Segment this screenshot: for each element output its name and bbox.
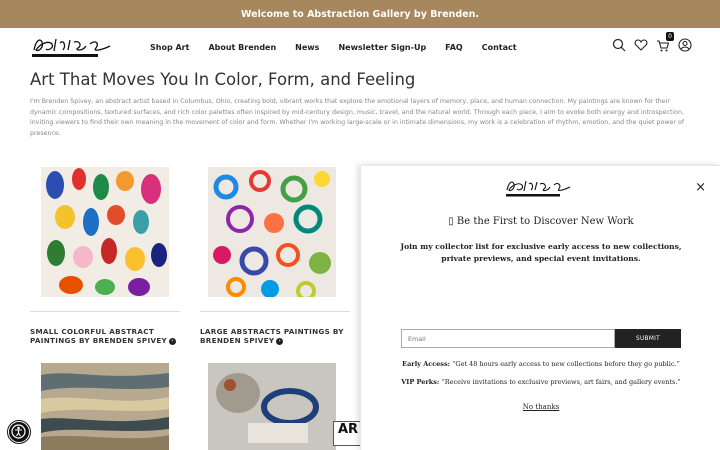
nav-news[interactable]: News [295, 43, 319, 52]
collection-title-line: LARGE ABSTRACTS PAINTINGS BY [200, 327, 344, 336]
site-header: Shop Art About Brenden News Newsletter S… [0, 28, 720, 66]
nav-contact[interactable]: Contact [482, 43, 517, 52]
popup-heading: ▯ Be the First to Discover New Work [448, 216, 634, 227]
header-icons: 0 [612, 32, 692, 52]
popup-subheading: Join my collector list for exclusive ear… [400, 242, 682, 263]
accessibility-button[interactable] [8, 421, 30, 443]
nav-faq[interactable]: FAQ [445, 43, 463, 52]
newsletter-popup: × ▯ Be the First to Discover New Work Jo… [360, 165, 720, 450]
perk-text: “Receive invitations to exclusive previe… [439, 378, 681, 386]
no-thanks-link[interactable]: No thanks [361, 403, 720, 411]
collection-title-line: BRENDEN SPIVEY [200, 336, 275, 345]
nav-shop-art[interactable]: Shop Art [150, 43, 189, 52]
ar-badge-text: AR [338, 422, 359, 437]
perk-label: VIP Perks: [401, 378, 440, 386]
ar-badge[interactable]: AR [333, 421, 363, 446]
cart-count-badge: 0 [666, 32, 674, 41]
card-divider [200, 311, 350, 312]
site-logo[interactable] [30, 34, 120, 60]
page-title: Art That Moves You In Color, Form, and F… [30, 70, 416, 89]
cart-icon[interactable]: 0 [656, 32, 674, 52]
collection-image-abstract[interactable] [208, 363, 336, 450]
nav-newsletter-signup[interactable]: Newsletter Sign-Up [338, 43, 426, 52]
heart-icon[interactable] [634, 38, 648, 52]
collection-image-landscape[interactable] [41, 363, 169, 450]
nav-about-brenden[interactable]: About Brenden [208, 43, 276, 52]
email-field[interactable] [401, 329, 615, 348]
account-icon[interactable] [678, 38, 692, 52]
submit-button[interactable]: SUBMIT [615, 329, 681, 348]
announcement-bar: Welcome to Abstraction Gallery by Brende… [0, 0, 720, 28]
popup-logo [506, 180, 571, 197]
arrow-right-icon: › [169, 337, 177, 345]
announcement-text: Welcome to Abstraction Gallery by Brende… [241, 8, 479, 20]
search-icon[interactable] [612, 38, 626, 52]
collection-title-line: PAINTINGS BY BRENDEN SPIVEY [30, 336, 168, 345]
main-nav: Shop Art About Brenden News Newsletter S… [150, 28, 517, 66]
perk-early-access: Early Access: “Get 48 hours early access… [361, 360, 720, 368]
perk-vip: VIP Perks: “Receive invitations to exclu… [361, 378, 720, 386]
close-icon[interactable]: × [695, 180, 706, 195]
collection-image-small[interactable] [41, 167, 169, 297]
perk-text: “Get 48 hours early access to new collec… [450, 360, 680, 368]
collection-title-small[interactable]: SMALL COLORFUL ABSTRACT PAINTINGS BY BRE… [30, 327, 177, 345]
collection-image-large[interactable] [208, 167, 336, 297]
intro-paragraph: I'm Brenden Spivey, an abstract artist b… [30, 98, 685, 137]
arrow-right-icon: › [276, 337, 284, 345]
perk-label: Early Access: [402, 360, 451, 368]
accessibility-icon [11, 424, 26, 439]
collection-title-line: SMALL COLORFUL ABSTRACT [30, 327, 155, 336]
collection-title-large[interactable]: LARGE ABSTRACTS PAINTINGS BY BRENDEN SPI… [200, 327, 344, 345]
card-divider [30, 311, 180, 312]
